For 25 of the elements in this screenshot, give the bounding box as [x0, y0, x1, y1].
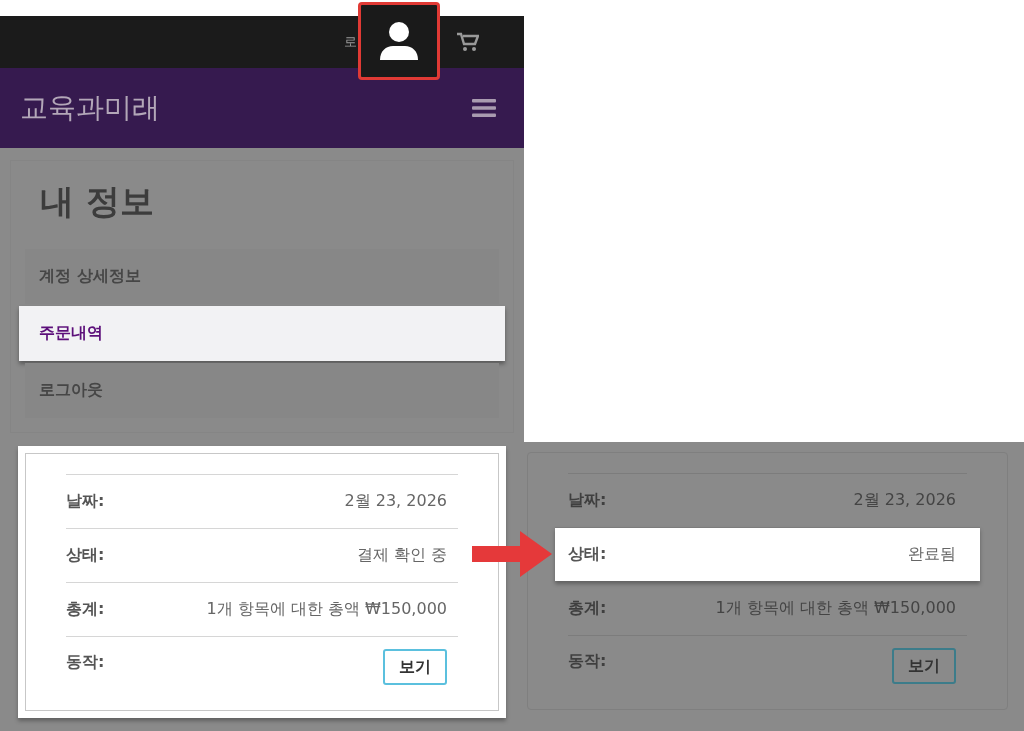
menu-icon[interactable] [472, 99, 496, 117]
field-label: 날짜: [568, 490, 607, 511]
menu-item[interactable]: 주문내역 [19, 306, 505, 361]
field-label: 날짜: [66, 491, 105, 512]
site-logo[interactable]: 교육과미래 [20, 89, 160, 127]
cart-icon[interactable] [457, 32, 479, 52]
page-title: 내 정보 [40, 180, 155, 223]
field-label: 상태: [568, 544, 607, 565]
view-button[interactable]: 보기 [892, 648, 956, 684]
field-label: 총계: [568, 598, 607, 619]
field-value: 2월 23, 2026 [853, 490, 956, 511]
user-button[interactable] [358, 2, 440, 80]
field-label: 동작: [568, 651, 607, 672]
login-link[interactable]: 로 [344, 33, 357, 51]
field-label: 동작: [66, 652, 105, 673]
field-value: 결제 확인 중 [356, 545, 447, 566]
view-button[interactable]: 보기 [383, 649, 447, 685]
field-label: 상태: [66, 545, 105, 566]
field-value: 1개 항목에 대한 총액 ₩150,000 [715, 598, 956, 619]
field-value: 2월 23, 2026 [344, 491, 447, 512]
field-value: 완료됨 [908, 544, 956, 565]
user-icon [379, 22, 419, 60]
arrow-icon [472, 531, 552, 577]
field-value: 1개 항목에 대한 총액 ₩150,000 [206, 599, 447, 620]
field-label: 총계: [66, 599, 105, 620]
